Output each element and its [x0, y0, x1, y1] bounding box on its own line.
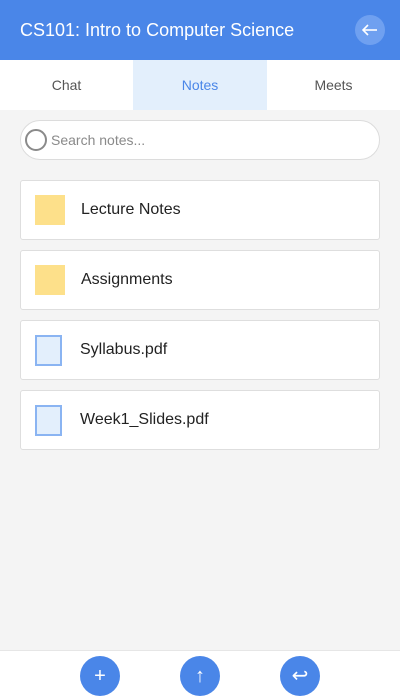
app-window: CS101: Intro to Computer Science Chat No… — [0, 0, 400, 700]
document-icon — [35, 334, 62, 366]
course-title: CS101: Intro to Computer Science — [20, 19, 295, 40]
search-input[interactable] — [51, 125, 351, 155]
upload-button[interactable]: ↑ — [180, 656, 220, 696]
folder-icon — [35, 195, 65, 225]
item-name: Assignments — [81, 271, 173, 288]
item-name: Syllabus.pdf — [80, 341, 168, 358]
tab-chat-label: Chat — [51, 77, 82, 93]
tab-bar: Chat Notes Meets — [0, 60, 400, 110]
search-icon — [25, 129, 47, 151]
search-bar — [20, 120, 380, 160]
document-icon — [35, 404, 62, 436]
tab-notes-label: Notes — [181, 77, 219, 93]
item-name: Week1_Slides.pdf — [80, 411, 209, 428]
folder-icon — [35, 265, 65, 295]
tab-chat[interactable]: Chat — [0, 60, 133, 110]
arrow-left-icon — [362, 24, 377, 36]
bottom-action-bar: + ↑ ↩ — [0, 650, 400, 700]
notes-list: Lecture Notes Assignments Syllabus.pdf W… — [20, 180, 380, 460]
tab-notes[interactable]: Notes — [133, 60, 267, 110]
arrow-up-icon: ↑ — [195, 665, 205, 687]
list-item-week1-slides[interactable]: Week1_Slides.pdf — [20, 390, 380, 450]
app-header: CS101: Intro to Computer Science — [0, 0, 400, 60]
return-arrow-icon: ↩ — [291, 665, 309, 687]
list-item-assignments[interactable]: Assignments — [20, 250, 380, 310]
back-button[interactable] — [355, 15, 385, 45]
plus-icon: + — [94, 665, 106, 687]
item-name: Lecture Notes — [81, 201, 181, 218]
list-item-lecture-notes[interactable]: Lecture Notes — [20, 180, 380, 240]
list-item-syllabus[interactable]: Syllabus.pdf — [20, 320, 380, 380]
tab-meets[interactable]: Meets — [267, 60, 400, 110]
add-button[interactable]: + — [80, 656, 120, 696]
return-button[interactable]: ↩ — [280, 656, 320, 696]
tab-meets-label: Meets — [314, 77, 353, 93]
